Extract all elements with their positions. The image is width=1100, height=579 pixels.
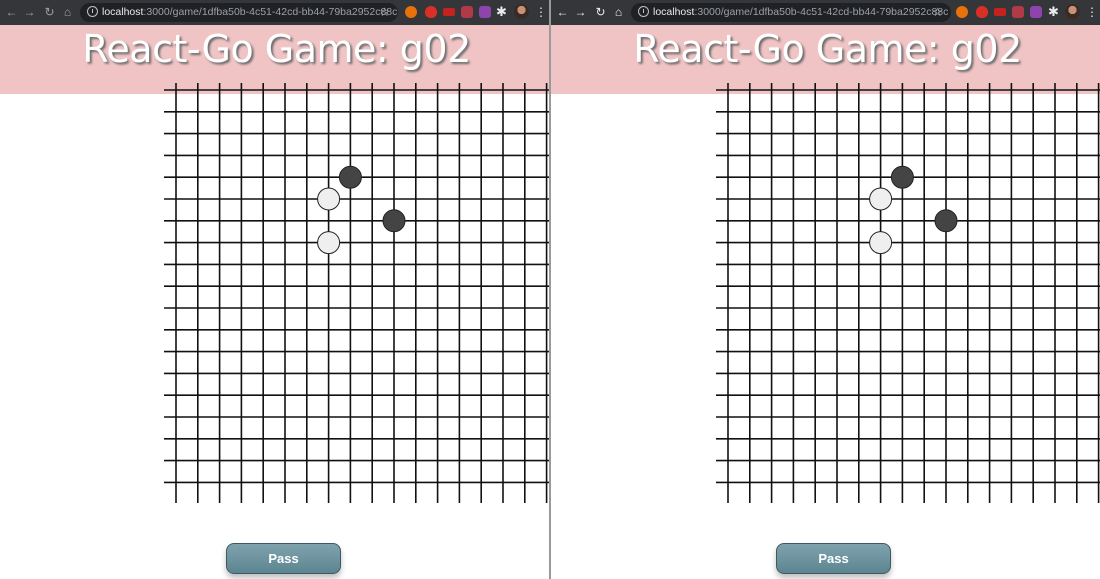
- black-stone: [382, 209, 406, 233]
- back-arrow-icon[interactable]: ←: [555, 4, 570, 20]
- forward-arrow-icon[interactable]: →: [573, 4, 588, 20]
- white-stone: [869, 231, 893, 255]
- pass-button[interactable]: Pass: [776, 543, 891, 574]
- url-text: localhost:3000/game/1dfba50b-4c51-42cd-b…: [102, 6, 398, 18]
- white-stone: [869, 187, 893, 211]
- extension-icon-5[interactable]: [1030, 6, 1042, 18]
- white-stone: [317, 231, 341, 255]
- extension-icon-4[interactable]: [461, 6, 473, 18]
- browser-window-right: ← → ↻ ⌂ localhost:3000/game/1dfba50b-4c5…: [551, 0, 1100, 579]
- address-bar[interactable]: localhost:3000/game/1dfba50b-4c51-42cd-b…: [80, 3, 398, 22]
- extensions-puzzle-icon[interactable]: ✱: [496, 3, 507, 21]
- profile-avatar[interactable]: [1065, 4, 1080, 19]
- extension-icon-1[interactable]: [405, 6, 417, 18]
- extensions-puzzle-icon[interactable]: ✱: [1048, 3, 1059, 21]
- home-icon[interactable]: ⌂: [60, 4, 75, 20]
- black-stone: [338, 165, 362, 189]
- site-info-icon[interactable]: [87, 6, 98, 17]
- bookmark-star-icon[interactable]: ☆: [379, 3, 390, 22]
- site-info-icon[interactable]: [638, 6, 649, 17]
- back-arrow-icon[interactable]: ←: [4, 4, 19, 20]
- browser-menu-icon[interactable]: ⋮: [1086, 3, 1098, 21]
- go-board[interactable]: [164, 83, 549, 503]
- page-title: React-Go Game: g02: [633, 27, 1022, 71]
- extension-icon-1[interactable]: [956, 6, 968, 18]
- url-text: localhost:3000/game/1dfba50b-4c51-42cd-b…: [653, 6, 949, 18]
- black-stone: [890, 165, 914, 189]
- browser-window-left: ← → ↻ ⌂ localhost:3000/game/1dfba50b-4c5…: [0, 0, 549, 579]
- reload-icon[interactable]: ↻: [42, 4, 57, 20]
- reload-icon[interactable]: ↻: [593, 4, 608, 20]
- black-stone: [934, 209, 958, 233]
- browser-toolbar: ← → ↻ ⌂ localhost:3000/game/1dfba50b-4c5…: [0, 0, 549, 25]
- extension-icon-4[interactable]: [1012, 6, 1024, 18]
- browser-toolbar: ← → ↻ ⌂ localhost:3000/game/1dfba50b-4c5…: [551, 0, 1100, 25]
- extension-icon-2[interactable]: [425, 6, 437, 18]
- extension-icon-5[interactable]: [479, 6, 491, 18]
- forward-arrow-icon[interactable]: →: [22, 4, 37, 20]
- go-board[interactable]: [716, 83, 1100, 503]
- bookmark-star-icon[interactable]: ☆: [932, 3, 943, 22]
- page-title: React-Go Game: g02: [82, 27, 471, 71]
- address-bar[interactable]: localhost:3000/game/1dfba50b-4c51-42cd-b…: [631, 3, 951, 22]
- extension-icon-3[interactable]: [443, 8, 455, 16]
- browser-menu-icon[interactable]: ⋮: [535, 3, 547, 21]
- extension-icon-3[interactable]: [994, 8, 1006, 16]
- pass-button[interactable]: Pass: [226, 543, 341, 574]
- white-stone: [317, 187, 341, 211]
- home-icon[interactable]: ⌂: [611, 4, 626, 20]
- extension-icon-2[interactable]: [976, 6, 988, 18]
- profile-avatar[interactable]: [514, 4, 529, 19]
